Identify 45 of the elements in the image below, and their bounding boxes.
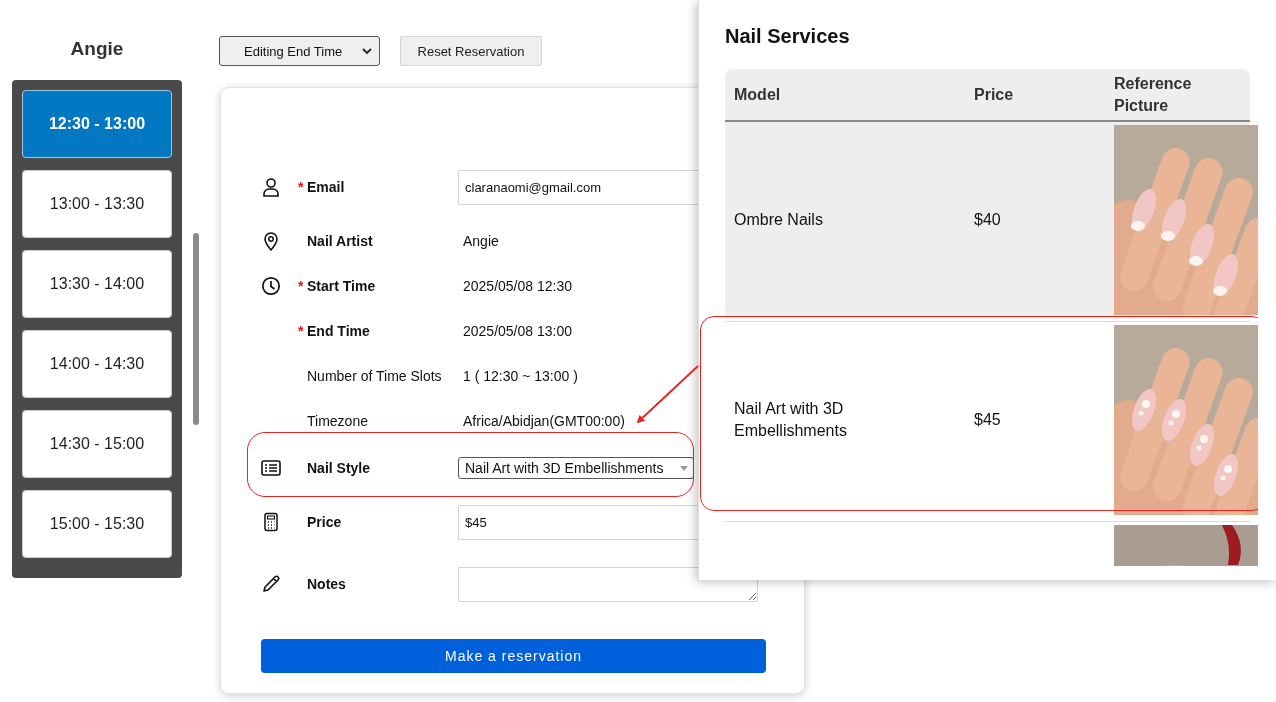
field-label: * End Time xyxy=(298,323,371,339)
notes-field[interactable] xyxy=(458,566,758,602)
table-cell-text: Ombre Nails xyxy=(734,210,823,230)
time-slot[interactable]: 12:30 - 13:00 xyxy=(22,90,172,158)
calculator-icon xyxy=(261,512,281,532)
clock-icon xyxy=(261,276,281,296)
time-slot[interactable]: 15:00 - 15:30 xyxy=(22,490,172,558)
artist-name: Angie xyxy=(69,37,125,61)
field-label: Nail Artist xyxy=(306,233,374,249)
column-header: Price xyxy=(973,84,1015,105)
table-cell-text: Nail Art with 3D Embellishments xyxy=(734,399,848,441)
time-slot[interactable]: 14:30 - 15:00 xyxy=(22,410,172,478)
field-value: Africa/Abidjan(GMT00:00) xyxy=(463,413,625,429)
list-icon xyxy=(261,458,281,478)
pencil-icon xyxy=(261,574,281,594)
time-slot[interactable]: 13:00 - 13:30 xyxy=(22,170,172,238)
person-icon xyxy=(261,177,281,197)
column-header: Model xyxy=(733,84,782,105)
chevron-down-icon xyxy=(362,47,372,55)
reset-button[interactable]: Reset Reservation xyxy=(400,36,542,66)
table-cell-text: $45 xyxy=(974,410,1001,430)
field-label: Timezone xyxy=(306,413,369,429)
mode-select[interactable]: Editing End Time xyxy=(219,36,380,66)
field-label: * Email xyxy=(298,179,346,195)
field-label: Notes xyxy=(306,576,347,592)
field-label: Price xyxy=(306,514,343,530)
time-slot[interactable]: 13:30 - 14:00 xyxy=(22,250,172,318)
field-label: * Start Time xyxy=(298,278,377,294)
reservation-button[interactable]: Make a reservation xyxy=(261,639,766,673)
column-header: Reference Picture xyxy=(1114,73,1193,116)
field-label: Nail Style xyxy=(306,460,372,476)
field-label: Number of Time Slots xyxy=(306,368,443,384)
field-value: 2025/05/08 13:00 xyxy=(463,323,572,339)
panel-title: Nail Services xyxy=(725,24,851,48)
input-field[interactable]: $45 xyxy=(458,504,698,540)
field-value: 2025/05/08 12:30 xyxy=(463,278,572,294)
location-pin-icon xyxy=(261,231,281,251)
input-field[interactable]: claranaomi@gmail.com xyxy=(458,169,698,205)
scrollbar-thumb[interactable] xyxy=(193,233,199,425)
field-value: 1 ( 12:30 ~ 13:00 ) xyxy=(463,368,578,384)
time-slot[interactable]: 14:00 - 14:30 xyxy=(22,330,172,398)
nail-style-select[interactable]: Nail Art with 3D Embellishments xyxy=(458,457,694,479)
caret-icon xyxy=(680,465,688,471)
table-cell-text: $40 xyxy=(974,210,1001,230)
field-value: Angie xyxy=(463,233,499,249)
